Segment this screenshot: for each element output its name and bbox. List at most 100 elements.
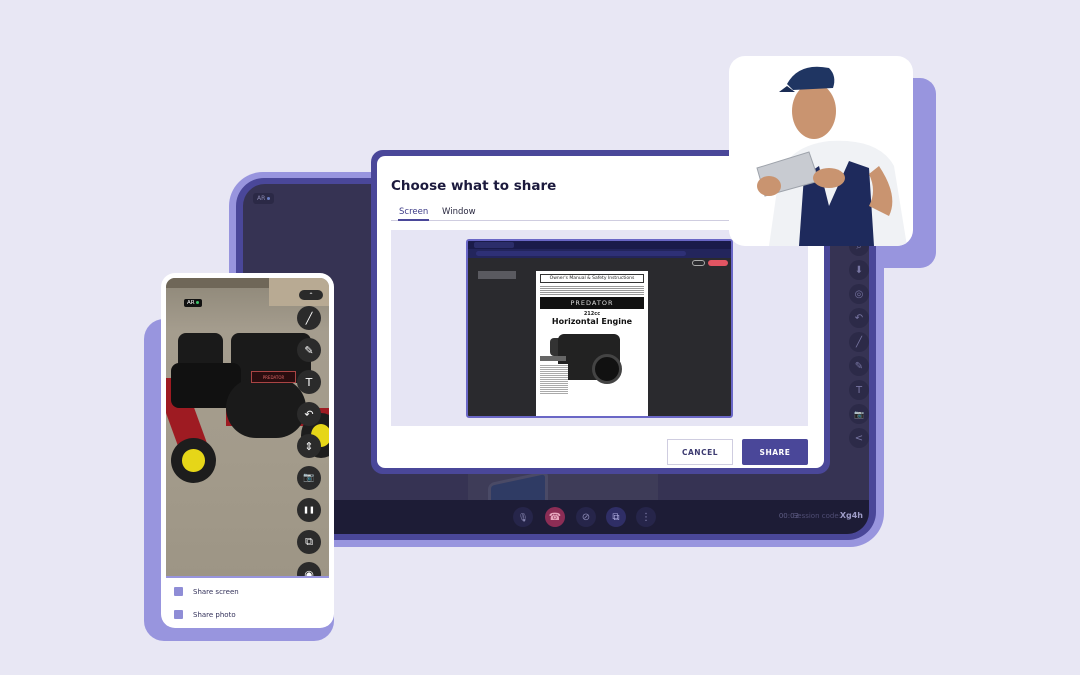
measure-icon: ⇕ xyxy=(304,439,314,453)
pen-icon: ✎ xyxy=(304,343,314,357)
browser-address-bar xyxy=(468,249,731,258)
cap xyxy=(787,66,835,90)
browser-url-field xyxy=(476,251,686,256)
undo-icon: ↶ xyxy=(304,407,314,421)
share-screen-button[interactable]: ⧉ xyxy=(297,530,321,554)
chevron-up-icon: ⌃ xyxy=(308,291,314,299)
text-icon: T xyxy=(305,375,313,389)
share-screen-icon: ⧉ xyxy=(305,535,313,548)
camera-icon: 📷 xyxy=(854,409,864,419)
document-engine-image xyxy=(540,328,644,398)
browser-tab xyxy=(474,242,514,248)
face xyxy=(792,83,836,139)
undo-tool-button[interactable]: ↶ xyxy=(849,308,869,328)
engine-brand-plate: PREDATOR xyxy=(251,371,296,383)
dialog-title: Choose what to share xyxy=(391,178,557,194)
pen-icon: ✎ xyxy=(854,360,864,372)
camera-toggle-button[interactable]: ⊘ xyxy=(576,507,596,527)
collapse-toolbar-button[interactable]: ⌃ xyxy=(299,290,323,300)
target-tool-button[interactable]: ◎ xyxy=(849,284,869,304)
ar-status-dot xyxy=(267,197,271,200)
share-screen-icon: ⧉ xyxy=(612,511,620,523)
session-code-label: Session code: xyxy=(792,512,841,520)
pen-tool-button[interactable]: ✎ xyxy=(849,356,869,376)
snapshot-button[interactable]: 📷 xyxy=(297,466,321,490)
menu-item-label: Share photo xyxy=(193,610,236,619)
tab-screen[interactable]: Screen xyxy=(397,207,430,221)
share-menu: Share screen Share photo xyxy=(166,576,329,626)
pdf-document-page: Owner's Manual & Safety Instructions PRE… xyxy=(536,271,648,416)
ar-badge: AR xyxy=(184,299,202,307)
document-title: Horizontal Engine xyxy=(551,317,633,326)
document-brand: PREDATOR xyxy=(540,297,644,309)
annotation-tool-rail: ⌕ ⬇ ◎ ↶ ╱ ✎ T 📷 < xyxy=(849,236,869,452)
pdf-toolbar xyxy=(468,258,731,268)
pen-button[interactable]: ✎ xyxy=(297,338,321,362)
screen-preview-area: Owner's Manual & Safety Instructions PRE… xyxy=(391,230,808,426)
session-code-value: Xg4h xyxy=(839,511,863,520)
snapshot-tool-button[interactable]: 📷 xyxy=(849,404,869,424)
target-icon: ◎ xyxy=(854,288,864,300)
document-header: Owner's Manual & Safety Instructions xyxy=(540,274,644,283)
warning-text-block xyxy=(540,364,568,394)
technician-photo xyxy=(729,56,913,246)
undo-button[interactable]: ↶ xyxy=(297,402,321,426)
camera-icon xyxy=(174,610,183,619)
mower-wheel xyxy=(171,438,216,483)
ar-status-dot xyxy=(195,301,199,304)
measure-button[interactable]: ⇕ xyxy=(297,434,321,458)
laser-pointer-icon: ╱ xyxy=(305,311,313,325)
danger-label xyxy=(540,356,566,361)
pause-button[interactable]: ❚❚ xyxy=(297,498,321,522)
camera-off-icon: ⊘ xyxy=(581,511,591,523)
ar-badge-label: AR xyxy=(257,195,266,202)
cancel-button[interactable]: CANCEL xyxy=(667,439,733,465)
document-text-block xyxy=(540,285,644,295)
ar-badge-label: AR xyxy=(187,300,195,306)
text-tool-button[interactable]: T xyxy=(849,380,869,400)
share-icon: < xyxy=(854,432,864,444)
share-screen-button[interactable]: ⧉ xyxy=(606,507,626,527)
microphone-button[interactable]: 🎙 xyxy=(513,507,533,527)
technician-illustration xyxy=(756,66,907,246)
text-button[interactable]: T xyxy=(297,370,321,394)
menu-item-share-screen[interactable]: Share screen xyxy=(174,587,239,596)
call-control-bar: 🎙 ☎ ⊘ ⧉ ⋮ 00:03 Session code: Xg4h xyxy=(243,500,869,534)
menu-item-label: Share screen xyxy=(193,587,239,596)
share-button[interactable]: SHARE xyxy=(742,439,808,465)
download-icon: ⬇ xyxy=(854,264,864,276)
hand xyxy=(757,176,781,196)
pause-icon: ❚❚ xyxy=(303,506,315,514)
screen-thumbnail[interactable]: Owner's Manual & Safety Instructions PRE… xyxy=(466,239,733,418)
camera-icon: 📷 xyxy=(303,473,315,483)
background-wall xyxy=(166,278,276,288)
undo-icon: ↶ xyxy=(854,312,864,324)
mobile-device: PREDATOR AR ⌃ ╱ ✎ T ↶ ⇕ 📷 ❚❚ ⧉ ◉ Share s… xyxy=(161,273,334,628)
mobile-camera-feed: PREDATOR AR ⌃ ╱ ✎ T ↶ ⇕ 📷 ❚❚ ⧉ ◉ xyxy=(166,278,329,576)
menu-item-share-photo[interactable]: Share photo xyxy=(174,610,236,619)
tab-window[interactable]: Window xyxy=(442,207,476,217)
laser-pointer-icon: ╱ xyxy=(855,336,863,348)
download-tool-button[interactable]: ⬇ xyxy=(849,260,869,280)
hand xyxy=(813,168,845,188)
more-vertical-icon: ⋮ xyxy=(641,511,651,523)
pdf-tooltip xyxy=(478,271,516,279)
laser-pointer-button[interactable]: ╱ xyxy=(297,306,321,330)
engine-part xyxy=(592,354,622,384)
laser-pointer-tool-button[interactable]: ╱ xyxy=(849,332,869,352)
record-button[interactable]: ◉ xyxy=(297,562,321,576)
microphone-icon: 🎙 xyxy=(517,512,529,522)
record-icon: ◉ xyxy=(304,567,314,577)
wheel-hub xyxy=(182,449,205,472)
engine-recoil xyxy=(226,378,306,438)
browser-tab-strip xyxy=(468,241,731,249)
pdf-toolbar-red-button xyxy=(708,260,728,266)
phone-screen-icon xyxy=(174,587,183,596)
text-icon: T xyxy=(855,384,863,396)
ar-badge: AR xyxy=(253,193,275,204)
more-options-button[interactable]: ⋮ xyxy=(636,507,656,527)
pdf-toolbar-button xyxy=(692,260,705,266)
phone-hangup-icon: ☎ xyxy=(548,511,562,523)
end-call-button[interactable]: ☎ xyxy=(545,507,565,527)
share-tool-button[interactable]: < xyxy=(849,428,869,448)
